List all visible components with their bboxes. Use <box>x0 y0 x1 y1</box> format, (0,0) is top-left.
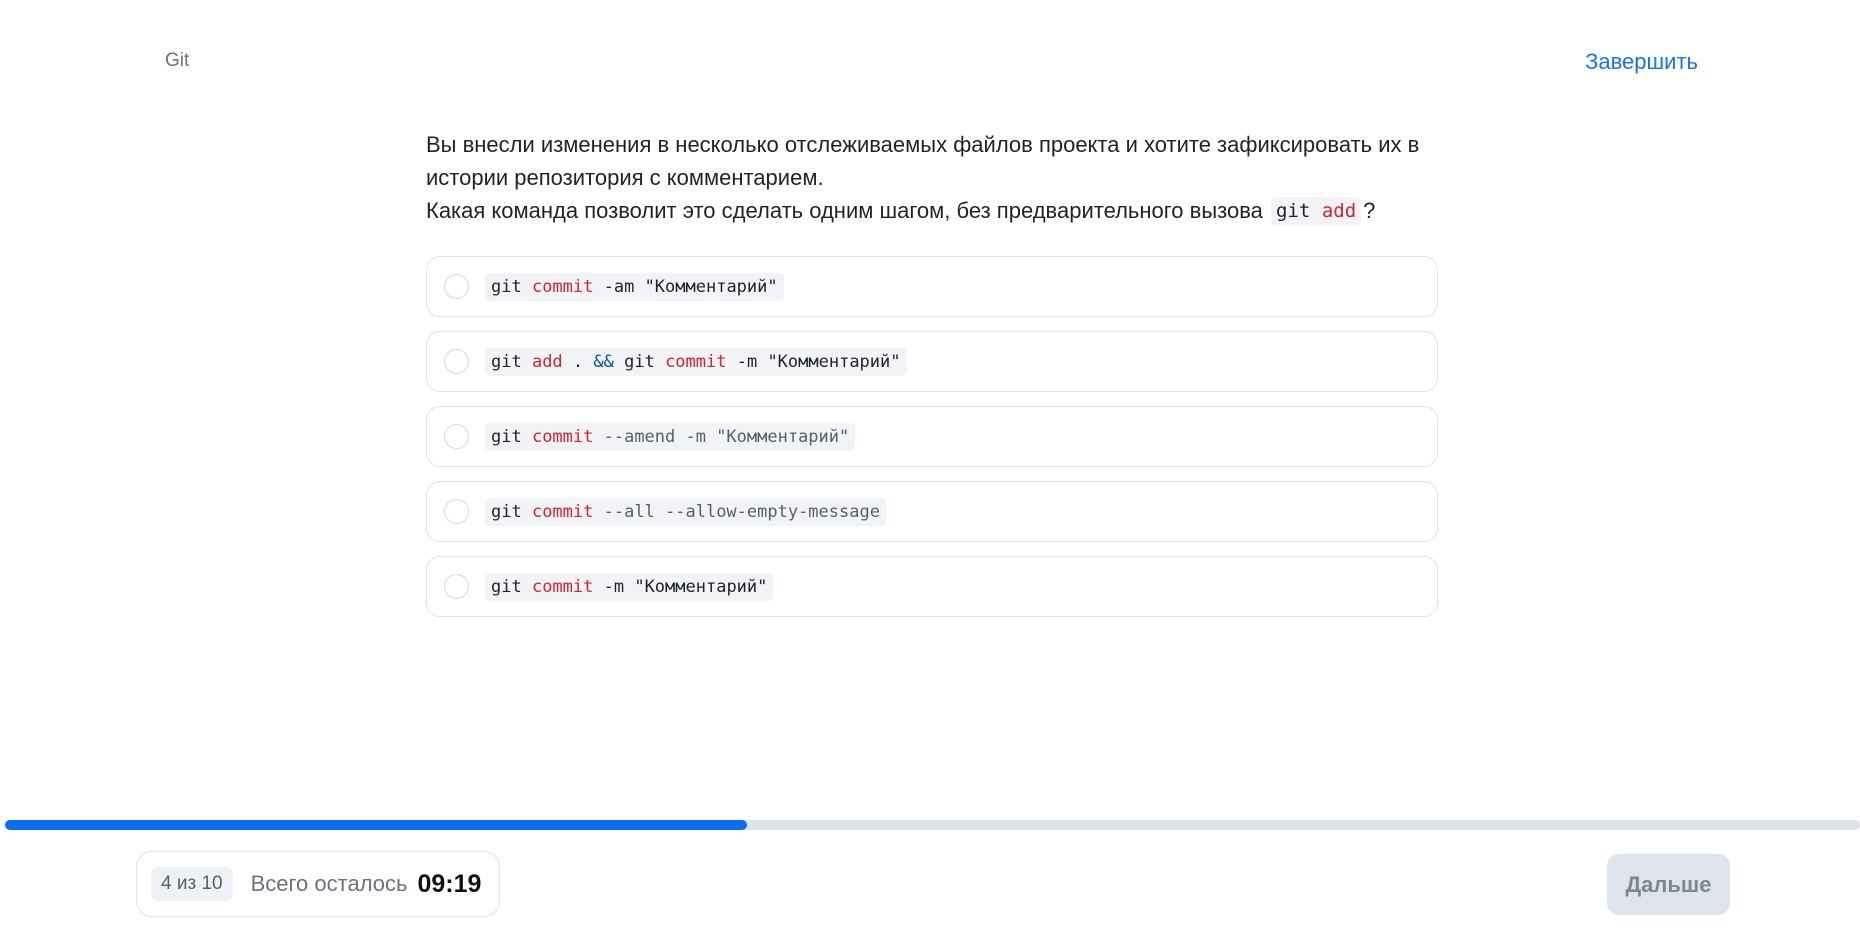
topic-label: Git <box>165 50 190 71</box>
code-token: -m <box>593 576 635 597</box>
code-token: git <box>491 351 532 372</box>
code-token: commit <box>531 276 594 297</box>
answer-option[interactable]: git commit -am "Комментарий" <box>426 256 1438 317</box>
answer-code: git commit --amend -m "Комментарий" <box>485 422 856 451</box>
inline-code-git-add: git add <box>1271 197 1362 225</box>
code-token: "Комментарий" <box>634 576 768 597</box>
answer-code: git commit -m "Комментарий" <box>485 572 774 601</box>
code-token: git <box>1276 200 1311 222</box>
question-line-1: Вы внесли изменения в несколько отслежив… <box>426 132 1420 157</box>
code-token: git <box>491 501 532 522</box>
progress-bar-fill <box>5 820 747 830</box>
answer-code: git add . && git commit -m "Комментарий" <box>485 347 907 376</box>
question-line-3: Какая команда позволит это сделать одним… <box>426 194 1436 227</box>
code-token: --amend -m "Комментарий" <box>593 426 850 447</box>
code-token: commit <box>665 351 727 372</box>
time-remaining-label: Всего осталось <box>250 871 408 896</box>
code-token: add <box>531 351 563 372</box>
code-token: -am <box>593 276 645 297</box>
timer: 09:19 <box>417 869 482 898</box>
code-token: -m <box>726 351 768 372</box>
code-token: "Комментарий" <box>767 351 901 372</box>
radio-button[interactable] <box>444 574 469 599</box>
code-token: "Комментарий" <box>644 276 778 297</box>
quiz-page: Git Завершить Вы внесли изменения в неск… <box>0 0 1860 935</box>
finish-button[interactable]: Завершить <box>1585 49 1698 75</box>
radio-button[interactable] <box>444 424 469 449</box>
radio-button[interactable] <box>444 274 469 299</box>
answer-options: git commit -am "Комментарий" git add . &&… <box>426 256 1438 631</box>
question-mark: ? <box>1363 198 1376 223</box>
code-token: --all --allow-empty-message <box>593 501 880 522</box>
answer-option[interactable]: git commit -m "Комментарий" <box>426 556 1438 617</box>
code-token: . <box>562 351 594 372</box>
answer-option[interactable]: git add . && git commit -m "Комментарий" <box>426 331 1438 392</box>
question-text: Вы внесли изменения в несколько отслежив… <box>426 128 1436 227</box>
radio-button[interactable] <box>444 349 469 374</box>
code-token: commit <box>531 426 594 447</box>
code-token: git <box>491 276 532 297</box>
status-panel: 4 из 10 Всего осталось 09:19 <box>136 851 500 917</box>
answer-option[interactable]: git commit --all --allow-empty-message <box>426 481 1438 542</box>
next-button[interactable]: Дальше <box>1607 854 1730 915</box>
radio-button[interactable] <box>444 499 469 524</box>
code-token: commit <box>531 576 594 597</box>
code-token: git <box>613 351 666 372</box>
question-line-3-text: Какая команда позволит это сделать одним… <box>426 198 1263 223</box>
answer-code: git commit --all --allow-empty-message <box>485 497 886 526</box>
code-token: commit <box>531 501 594 522</box>
code-token: git <box>491 426 532 447</box>
question-counter: 4 из 10 <box>151 867 233 901</box>
progress-bar <box>5 820 1860 830</box>
code-token: add <box>1321 200 1357 222</box>
code-token: && <box>593 351 614 372</box>
answer-code: git commit -am "Комментарий" <box>485 272 784 301</box>
code-token: git <box>491 576 532 597</box>
question-line-2: истории репозитория с комментарием. <box>426 165 824 190</box>
answer-option[interactable]: git commit --amend -m "Комментарий" <box>426 406 1438 467</box>
